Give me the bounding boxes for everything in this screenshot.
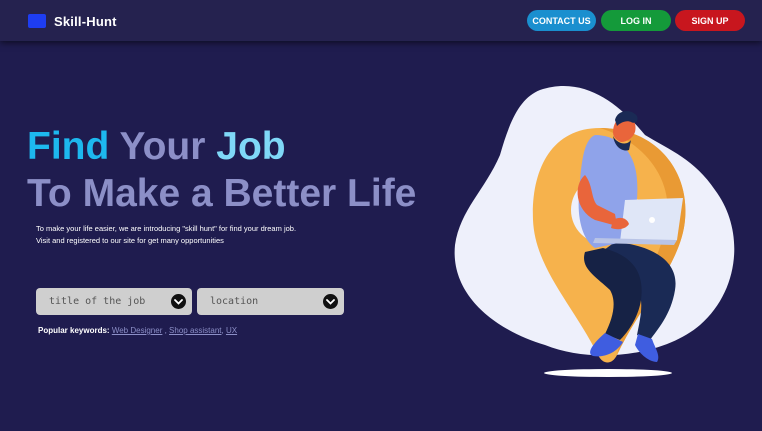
location-placeholder: location <box>210 296 259 307</box>
brand-name: Skill-Hunt <box>54 13 117 29</box>
navbar: Skill-Hunt CONTACT US LOG IN SIGN UP <box>0 0 762 41</box>
headline-word-your: Your <box>119 125 206 168</box>
login-button[interactable]: LOG IN <box>601 10 671 31</box>
chevron-down-icon[interactable] <box>171 294 186 309</box>
headline-word-job: Job <box>216 125 286 168</box>
job-title-placeholder: title of the job <box>49 296 146 307</box>
job-title-select[interactable]: title of the job <box>36 288 192 315</box>
contact-us-button[interactable]: CONTACT US <box>527 10 596 31</box>
person-on-location-pin-illustration <box>454 86 735 377</box>
intro-text: To make your life easier, we are introdu… <box>36 223 376 246</box>
keyword-ux[interactable]: UX <box>226 326 237 335</box>
headline-word-find: Find <box>27 125 110 168</box>
signup-button[interactable]: SIGN UP <box>675 10 745 31</box>
briefcase-icon <box>28 14 46 28</box>
keyword-web-designer[interactable]: Web Designer <box>112 326 163 335</box>
hero-subheadline: To Make a Better Life <box>27 172 417 215</box>
keywords-label: Popular keywords: <box>38 326 110 335</box>
chevron-down-icon[interactable] <box>323 294 338 309</box>
logo[interactable]: Skill-Hunt <box>28 12 117 30</box>
intro-line-2: Visit and registered to our site for get… <box>36 235 224 245</box>
intro-line-1: To make your life easier, we are introdu… <box>36 224 297 233</box>
location-select[interactable]: location <box>197 288 344 315</box>
keyword-shop-assistant[interactable]: Shop assistant <box>169 326 221 335</box>
hero-headline: Find Your Job <box>27 125 286 169</box>
popular-keywords: Popular keywords: Web Designer , Shop as… <box>38 326 238 335</box>
